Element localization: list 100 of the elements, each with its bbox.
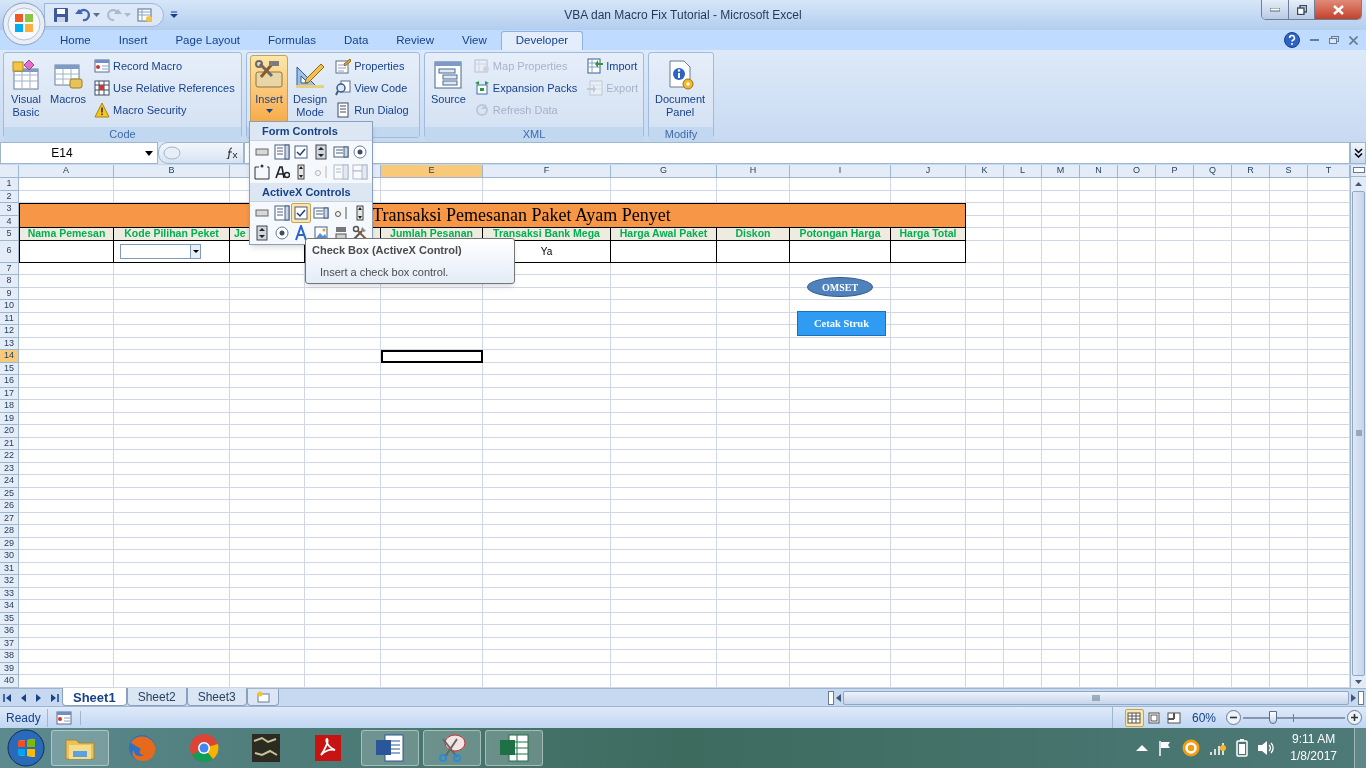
ribbon-tab[interactable]: Insert [104,31,162,50]
row-header[interactable]: 6 [0,240,19,263]
tooltip-title: Check Box (ActiveX Control) [312,242,463,258]
row-header[interactable]: 16 [0,375,19,388]
ribbon-tab[interactable]: Developer [500,31,584,50]
close-button[interactable] [1315,0,1361,19]
column-header[interactable]: B [114,165,230,178]
taskbar-button[interactable] [361,730,419,766]
battery-icon[interactable] [1236,739,1249,757]
row-header[interactable]: 14 [0,350,19,363]
control-tool-button[interactable] [291,203,312,223]
ribbon-button[interactable]: Use Relative References [91,77,238,99]
row-header[interactable]: 24 [0,475,19,488]
signal-icon[interactable] [1209,740,1228,756]
row-header[interactable]: 18 [0,400,19,413]
view-button[interactable] [1124,708,1144,727]
row-header[interactable]: 3 [0,203,19,216]
column-header[interactable]: I [790,165,891,178]
column-header[interactable]: K [966,165,1004,178]
column-header[interactable]: H [717,165,790,178]
name-box[interactable]: E14 [0,142,158,164]
show-hidden-icons-button[interactable] [1136,744,1149,752]
zoom-out-button[interactable] [1226,710,1241,725]
minimize-button[interactable] [1310,38,1319,42]
ribbon-button[interactable]: Macro Security [91,99,238,121]
column-header[interactable]: L [1004,165,1042,178]
ring-icon[interactable] [1182,739,1201,757]
sheet-tab[interactable]: Sheet1 [62,688,127,706]
ribbon-button[interactable]: View Code [332,77,412,99]
ribbon-tab[interactable]: Formulas [254,31,330,50]
column-header[interactable]: G [611,165,717,178]
row-header[interactable]: 20 [0,425,19,438]
close-button[interactable] [1349,35,1358,45]
ribbon-tab[interactable]: Page Layout [161,31,255,50]
restore-button[interactable] [1289,0,1315,19]
ribbon-tab[interactable]: Data [330,31,383,50]
ribbon-button[interactable]: Source [428,55,469,127]
macro-record-icon[interactable] [55,710,72,725]
ribbon-button[interactable]: Expansion Packs [470,77,581,99]
row-header[interactable]: 38 [0,650,19,663]
column-header[interactable]: S [1270,165,1308,178]
ribbon-button[interactable]: Document Panel [652,55,709,127]
ribbon-tab[interactable]: Review [382,31,448,50]
column-header[interactable]: E [381,165,483,178]
quick-print-button[interactable] [137,7,153,23]
ribbon-button[interactable]: Import [584,55,642,77]
row-header[interactable]: 36 [0,625,19,638]
ribbon-button[interactable]: Macros [47,55,90,127]
column-header[interactable]: O [1118,165,1156,178]
insert-function-button[interactable] [225,147,239,159]
row-header[interactable]: 22 [0,450,19,463]
row-header[interactable]: 8 [0,275,19,288]
sheet-tab[interactable]: Sheet3 [186,688,247,706]
ribbon-tab[interactable]: Home [46,31,105,50]
clock-date[interactable]: 1/8/2017 [1290,748,1337,765]
column-header[interactable]: F [483,165,611,178]
ribbon-button[interactable]: Properties [332,55,412,77]
row-header[interactable]: 34 [0,600,19,613]
zoom-slider-thumb[interactable] [1268,710,1277,724]
taskbar-button[interactable] [485,730,543,766]
row-header[interactable]: 10 [0,300,19,313]
column-header[interactable]: J [891,165,966,178]
last-sheet-button[interactable] [49,693,59,702]
combo-box[interactable] [120,243,201,259]
customize-button[interactable] [170,11,178,19]
column-header[interactable]: R [1232,165,1270,178]
column-header[interactable]: Q [1194,165,1232,178]
row-header[interactable]: 1 [0,178,19,191]
row-header[interactable]: 30 [0,550,19,563]
insert-sheet-button[interactable] [246,689,279,706]
column-header[interactable]: P [1156,165,1194,178]
zoom-in-button[interactable] [1347,710,1362,725]
row-header[interactable]: 28 [0,525,19,538]
oval-shape[interactable]: OMSET [807,277,873,297]
spin-button-icon [313,144,329,160]
row-header[interactable]: 12 [0,325,19,338]
column-header[interactable]: M [1042,165,1080,178]
ribbon-button[interactable]: Record Macro [91,55,238,77]
undo-button[interactable] [75,7,100,23]
row-header[interactable]: 26 [0,500,19,513]
expand-button[interactable] [1350,142,1366,164]
start-button[interactable] [6,728,46,768]
row-header[interactable]: 32 [0,575,19,588]
column-header[interactable]: N [1080,165,1118,178]
first-sheet-button[interactable] [3,693,13,702]
ribbon-tab[interactable]: View [448,31,501,50]
speaker-icon[interactable] [1257,740,1276,756]
vertical-scrollbar[interactable] [1350,165,1366,688]
ribbon-button[interactable]: Visual Basic [7,55,45,127]
help-button[interactable] [1284,32,1300,48]
sheet-tab[interactable]: Sheet2 [126,688,187,706]
zoom-slider-track[interactable] [1243,710,1345,725]
column-header[interactable]: A [19,165,114,178]
clock-time[interactable]: 9:11 AM [1292,731,1336,748]
ribbon-button[interactable]: Run Dialog [332,99,412,121]
save-button[interactable] [53,7,69,23]
row-header[interactable]: 5 [0,228,19,241]
taskbar-button[interactable] [423,730,481,766]
column-header[interactable]: T [1308,165,1350,178]
row-header[interactable]: 40 [0,675,19,688]
